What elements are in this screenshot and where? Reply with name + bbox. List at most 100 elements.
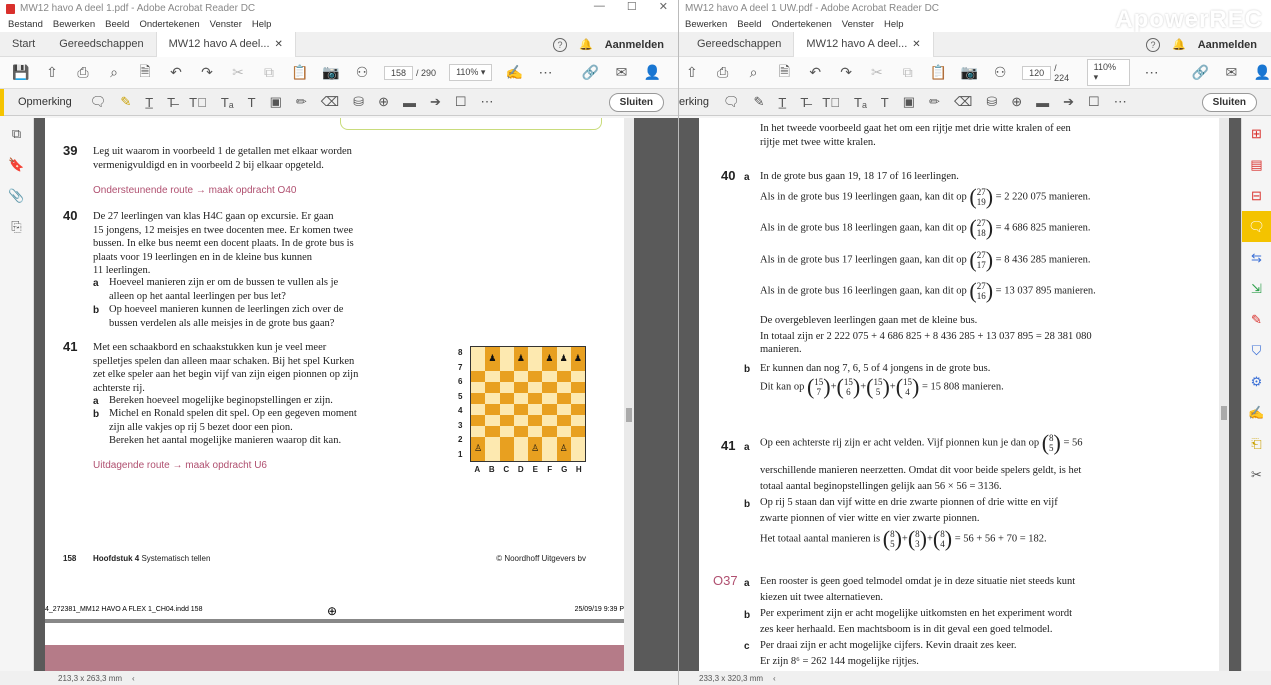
attach-icon[interactable]: ⊕ <box>1011 94 1022 110</box>
export-pdf-icon[interactable]: ⊟ <box>1242 180 1271 211</box>
arrow-icon[interactable]: ➔ <box>1063 94 1074 110</box>
vertical-scrollbar[interactable] <box>624 118 634 671</box>
pages-icon[interactable]: ⧉ <box>0 118 33 149</box>
scroll-left-icon[interactable]: ‹ <box>132 674 135 683</box>
page-number-input[interactable]: 158 <box>384 65 414 80</box>
pencil-icon[interactable]: ✏ <box>929 94 940 110</box>
save-icon[interactable]: 💾 <box>12 64 30 81</box>
print-icon[interactable]: ⎙ <box>74 64 92 81</box>
pencil-icon[interactable]: ✏ <box>296 94 307 110</box>
strikethrough-icon[interactable]: T̶ <box>800 95 808 110</box>
create-pdf-icon[interactable]: ⊞ <box>1242 118 1271 149</box>
more-icon[interactable]: ⋯ <box>536 64 554 81</box>
undo-icon[interactable]: ↶ <box>167 64 185 81</box>
sticky-note-icon[interactable]: 🗨 <box>723 94 740 110</box>
menu-beeld[interactable]: Beeld <box>737 19 761 30</box>
binoculars-icon[interactable]: ⚇ <box>991 64 1009 81</box>
bell-icon[interactable]: 🔔 <box>1172 38 1186 51</box>
stamp-icon[interactable]: ⛁ <box>986 94 997 110</box>
arrow-icon[interactable]: ➔ <box>430 94 441 110</box>
doc-search-icon[interactable]: 🗎 <box>136 61 154 85</box>
copy-icon[interactable]: ⧉ <box>260 64 278 81</box>
close-comment-button[interactable]: Sluiten <box>608 93 664 112</box>
search-icon[interactable]: ⌕ <box>745 64 763 81</box>
upload-icon[interactable]: ⇧ <box>43 64 61 81</box>
close-window-icon[interactable]: ✕ <box>659 0 668 13</box>
organize-icon[interactable]: ⇆ <box>1242 242 1271 273</box>
signin-button[interactable]: Aanmelden <box>1198 39 1257 51</box>
combine-icon[interactable]: ▤ <box>1242 149 1271 180</box>
menu-help[interactable]: Help <box>252 19 272 30</box>
sign-icon[interactable]: ✍ <box>505 64 523 81</box>
redo-icon[interactable]: ↷ <box>837 64 855 81</box>
sign-icon[interactable]: ✍ <box>1242 397 1271 428</box>
mail-icon[interactable]: ✉ <box>1222 64 1240 81</box>
link-icon[interactable]: 🔗 <box>581 64 599 81</box>
highlighter-icon[interactable]: ✎ <box>753 94 764 110</box>
copy-icon[interactable]: ⧉ <box>899 64 917 81</box>
mail-icon[interactable]: ✉ <box>612 64 630 81</box>
maximize-icon[interactable]: ☐ <box>627 0 637 13</box>
add-text-icon[interactable]: T <box>881 95 889 110</box>
close-comment-button[interactable]: Sluiten <box>1201 93 1257 112</box>
menu-beeld[interactable]: Beeld <box>105 19 129 30</box>
paste-icon[interactable]: 📋 <box>291 64 309 81</box>
add-user-icon[interactable]: 👤 <box>1253 64 1271 81</box>
support-route-link[interactable]: Ondersteunende route → maak opdracht O40 <box>93 184 296 198</box>
tab-document[interactable]: MW12 havo A deel... ✕ <box>155 31 296 57</box>
help-icon[interactable]: ? <box>1146 37 1160 52</box>
doc-search-icon[interactable]: 🗎 <box>775 61 793 85</box>
attach-icon[interactable]: ⊕ <box>378 94 389 110</box>
menu-ondertekenen[interactable]: Ondertekenen <box>139 19 199 30</box>
eraser-icon[interactable]: ⌫ <box>954 94 972 110</box>
upload-icon[interactable]: ⇧ <box>683 64 701 81</box>
more-tools-icon[interactable]: ⋯ <box>481 94 494 110</box>
print-icon[interactable]: ⎙ <box>714 64 732 81</box>
insert-text-icon[interactable]: Tₐ <box>221 95 234 110</box>
binoculars-icon[interactable]: ⚇ <box>353 64 371 81</box>
menu-venster[interactable]: Venster <box>842 19 874 30</box>
tab-tools[interactable]: Gereedschappen <box>679 32 793 57</box>
protect-icon[interactable]: ⛉ <box>1242 335 1271 366</box>
textbox-icon[interactable]: ▣ <box>903 94 915 110</box>
tab-document[interactable]: MW12 havo A deel... ✕ <box>793 31 934 57</box>
vertical-scrollbar[interactable] <box>1219 118 1229 671</box>
replace-text-icon[interactable]: T⃞ <box>189 95 207 110</box>
menu-help[interactable]: Help <box>884 19 904 30</box>
tab-start[interactable]: Start <box>0 32 47 57</box>
add-text-icon[interactable]: T <box>248 95 256 110</box>
rectangle-icon[interactable]: ☐ <box>1088 94 1100 110</box>
link-icon[interactable]: 🔗 <box>1192 64 1210 81</box>
undo-icon[interactable]: ↶ <box>806 64 824 81</box>
eraser-icon[interactable]: ⌫ <box>321 94 339 110</box>
scroll-thumb[interactable] <box>1221 406 1227 420</box>
bell-icon[interactable]: 🔔 <box>579 38 593 51</box>
stamp-icon[interactable]: ⛁ <box>353 94 364 110</box>
insert-text-icon[interactable]: Tₐ <box>854 95 867 110</box>
fill-sign-icon[interactable]: ✎ <box>1242 304 1271 335</box>
cut-icon[interactable]: ✂ <box>229 64 247 81</box>
snapshot-icon[interactable]: 📷 <box>960 64 978 81</box>
paste-icon[interactable]: 📋 <box>930 64 948 81</box>
scroll-thumb[interactable] <box>626 408 632 422</box>
add-user-icon[interactable]: 👤 <box>643 64 661 81</box>
scroll-left-icon[interactable]: ‹ <box>773 674 776 683</box>
comment-tool-icon[interactable]: 🗨 <box>1242 211 1271 242</box>
snapshot-icon[interactable]: 📷 <box>322 64 340 81</box>
challenge-route-link[interactable]: Uitdagende route → maak opdracht U6 <box>93 459 267 473</box>
line-icon[interactable]: ▬ <box>1036 95 1049 110</box>
menu-ondertekenen[interactable]: Ondertekenen <box>772 19 832 30</box>
export-icon[interactable]: ⇲ <box>1242 273 1271 304</box>
compress-icon[interactable]: ⚙ <box>1242 366 1271 397</box>
highlighter-icon[interactable]: ✎ <box>120 94 131 110</box>
cut-icon[interactable]: ✂ <box>868 64 886 81</box>
more-tools-icon[interactable]: ✂ <box>1242 459 1271 490</box>
sticky-note-icon[interactable]: 🗨 <box>90 94 107 110</box>
line-icon[interactable]: ▬ <box>403 95 416 110</box>
attachment-icon[interactable]: 📎 <box>0 180 33 211</box>
bookmark-icon[interactable]: 🔖 <box>0 149 33 180</box>
zoom-select[interactable]: 110% ▾ <box>1086 59 1130 86</box>
underline-text-icon[interactable]: T̲ <box>778 95 786 110</box>
help-icon[interactable]: ? <box>553 37 567 52</box>
signin-button[interactable]: Aanmelden <box>605 39 664 51</box>
